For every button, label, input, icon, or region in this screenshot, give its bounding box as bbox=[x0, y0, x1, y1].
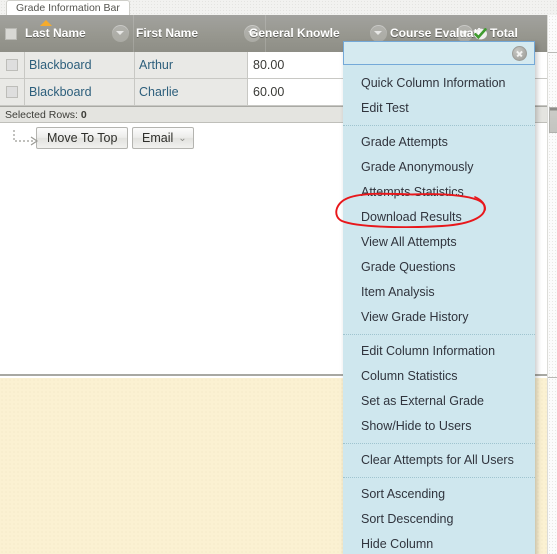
row-select-cell[interactable] bbox=[0, 79, 25, 105]
context-menu-group: Grade Attempts Grade Anonymously Attempt… bbox=[343, 126, 535, 335]
menu-item-sort-ascending[interactable]: Sort Ascending bbox=[343, 482, 535, 507]
selected-rows-label: Selected Rows: bbox=[5, 109, 78, 121]
selected-rows-count: 0 bbox=[80, 109, 87, 121]
column-header-first-name[interactable]: First Name bbox=[136, 15, 246, 52]
cell-first-name[interactable]: Charlie bbox=[135, 79, 248, 105]
scrollbar-tick bbox=[548, 52, 557, 53]
menu-item-download-results[interactable]: Download Results bbox=[343, 205, 535, 230]
row-checkbox[interactable] bbox=[6, 59, 18, 71]
column-menu-chevron-down-icon-course-evaluation[interactable] bbox=[456, 25, 473, 42]
tab-strip: Grade Information Bar bbox=[0, 0, 557, 16]
chevron-down-icon-email: ⌄ bbox=[178, 133, 187, 144]
pointer-arrow-icon bbox=[13, 130, 39, 146]
context-menu-group: Clear Attempts for All Users bbox=[343, 444, 535, 478]
menu-item-edit-column-information[interactable]: Edit Column Information bbox=[343, 339, 535, 364]
row-checkbox[interactable] bbox=[6, 86, 18, 98]
column-context-menu: Quick Column Information Edit Test Grade… bbox=[343, 41, 535, 554]
column-menu-chevron-down-icon-general-knowledge[interactable] bbox=[370, 25, 387, 42]
column-header-last-name[interactable]: Last Name bbox=[25, 15, 110, 52]
vertical-scrollbar[interactable] bbox=[547, 15, 557, 554]
context-menu-group: Edit Column Information Column Statistic… bbox=[343, 335, 535, 444]
email-button[interactable]: Email ⌄ bbox=[132, 127, 194, 149]
menu-item-attempts-statistics[interactable]: Attempts Statistics bbox=[343, 180, 535, 205]
header-divider bbox=[133, 15, 134, 52]
menu-item-set-as-external-grade[interactable]: Set as External Grade bbox=[343, 389, 535, 414]
move-to-top-button[interactable]: Move To Top bbox=[36, 127, 128, 149]
menu-item-hide-column[interactable]: Hide Column bbox=[343, 532, 535, 554]
cell-last-name[interactable]: Blackboard bbox=[25, 79, 135, 105]
column-menu-chevron-down-icon-last-name[interactable] bbox=[112, 25, 129, 42]
menu-item-column-statistics[interactable]: Column Statistics bbox=[343, 364, 535, 389]
tab-grade-information-bar[interactable]: Grade Information Bar bbox=[6, 0, 130, 15]
menu-item-view-all-attempts[interactable]: View All Attempts bbox=[343, 230, 535, 255]
menu-item-item-analysis[interactable]: Item Analysis bbox=[343, 280, 535, 305]
menu-item-grade-anonymously[interactable]: Grade Anonymously bbox=[343, 155, 535, 180]
menu-item-grade-attempts[interactable]: Grade Attempts bbox=[343, 130, 535, 155]
row-select-cell[interactable] bbox=[0, 52, 25, 78]
cell-last-name[interactable]: Blackboard bbox=[25, 52, 135, 78]
external-grade-icon bbox=[474, 28, 487, 40]
email-button-label: Email bbox=[142, 131, 174, 145]
close-icon[interactable] bbox=[512, 46, 527, 61]
menu-item-quick-column-information[interactable]: Quick Column Information bbox=[343, 71, 535, 96]
menu-item-grade-questions[interactable]: Grade Questions bbox=[343, 255, 535, 280]
context-menu-group: Quick Column Information Edit Test bbox=[343, 65, 535, 126]
cell-first-name[interactable]: Arthur bbox=[135, 52, 248, 78]
scrollbar-thumb[interactable] bbox=[549, 107, 557, 133]
menu-item-show-hide-to-users[interactable]: Show/Hide to Users bbox=[343, 414, 535, 439]
menu-item-view-grade-history[interactable]: View Grade History bbox=[343, 305, 535, 330]
scrollbar-tick bbox=[548, 377, 557, 378]
column-header-general-knowledge[interactable]: General Knowle bbox=[249, 15, 354, 52]
context-menu-header bbox=[343, 41, 535, 65]
menu-item-clear-attempts-for-all-users[interactable]: Clear Attempts for All Users bbox=[343, 448, 535, 473]
menu-item-edit-test[interactable]: Edit Test bbox=[343, 96, 535, 121]
context-menu-group: Sort Ascending Sort Descending Hide Colu… bbox=[343, 478, 535, 554]
select-all-checkbox[interactable] bbox=[5, 28, 17, 40]
menu-item-sort-descending[interactable]: Sort Descending bbox=[343, 507, 535, 532]
screenshot-root: Grade Information Bar Last Name First Na… bbox=[0, 0, 557, 554]
scrollbar-track-texture bbox=[548, 15, 557, 554]
